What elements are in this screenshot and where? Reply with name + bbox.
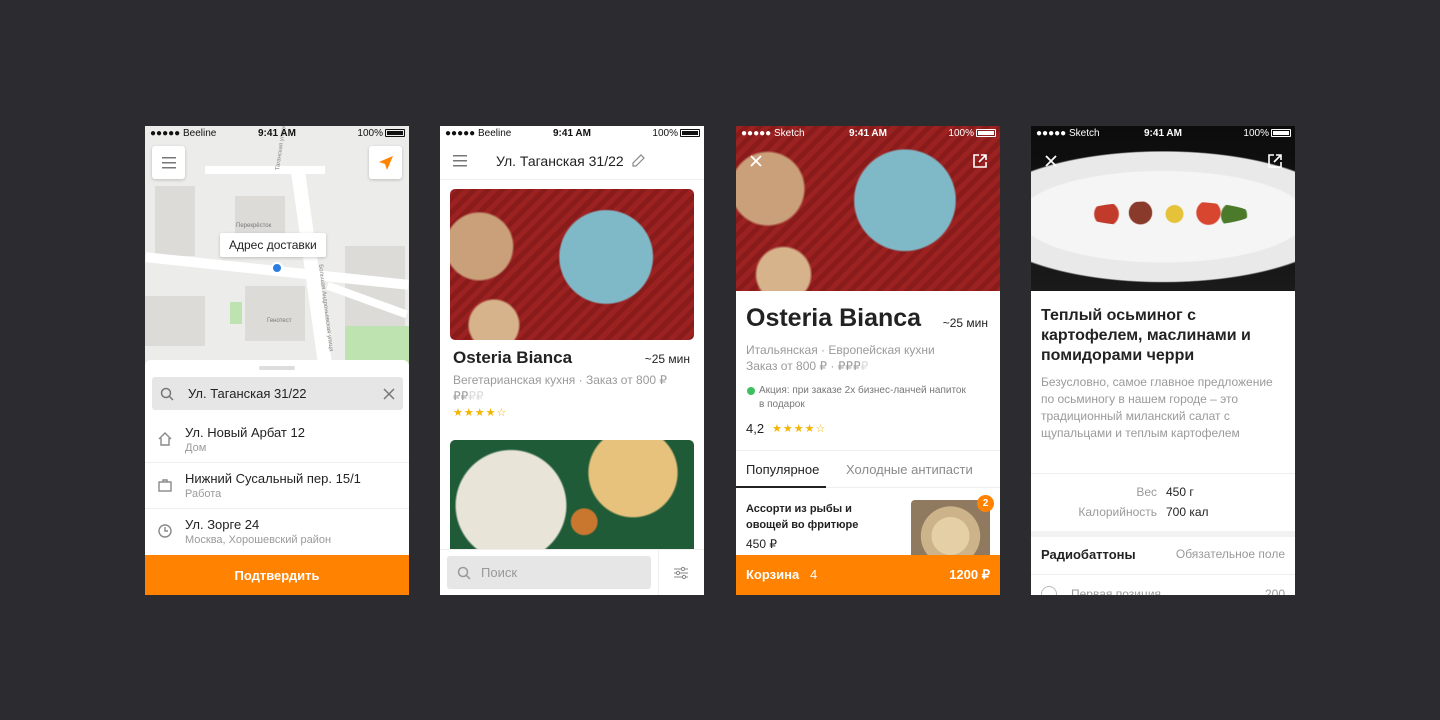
address-title: Нижний Сусальный пер. 15/1 <box>185 471 361 486</box>
battery: 100% <box>652 128 700 139</box>
cuisine: Итальянская · Европейская кухни <box>746 343 935 357</box>
status-bar: ●●●●● Beeline 9:41 AM 100% <box>145 126 409 142</box>
battery-icon <box>385 129 405 137</box>
delivery-time: ~25 мин <box>942 316 988 330</box>
filter-icon[interactable] <box>674 566 688 580</box>
status-bar: ●●●●● Sketch 9:41 AM 100% <box>1031 126 1295 142</box>
search-input[interactable]: Поиск <box>447 556 651 589</box>
restaurant-image[interactable] <box>450 189 694 340</box>
radio-icon[interactable] <box>1041 586 1057 595</box>
phone-restaurant-list: ●●●●● Beeline 9:41 AM 100% Ул. Таганская… <box>440 126 704 595</box>
rating-stars: ★★★★☆ <box>772 423 827 435</box>
dish-hero-image <box>1031 126 1295 291</box>
calories-value: 700 кал <box>1166 505 1209 519</box>
order-minimum: Заказ от 800 ₽ · ₽₽₽₽ <box>746 359 869 373</box>
tab-cold-antipasti[interactable]: Холодные антипасти <box>846 462 973 477</box>
battery: 100% <box>1243 128 1291 139</box>
sheet-handle[interactable] <box>259 366 295 370</box>
battery: 100% <box>948 128 996 139</box>
share-icon[interactable] <box>1268 154 1282 168</box>
restaurant-name[interactable]: Osteria Bianca <box>453 348 572 368</box>
menu-item-price: 450 ₽ <box>746 537 777 551</box>
address-item[interactable]: Ул. Зорге 24 Москва, Хорошевский район <box>145 509 409 555</box>
address-subtitle: Москва, Хорошевский район <box>185 534 332 546</box>
menu-item-name[interactable]: Ассорти из рыбы и овощей во фритюре <box>746 501 881 533</box>
briefcase-icon <box>158 479 172 492</box>
battery: 100% <box>357 128 405 139</box>
battery-icon <box>1271 129 1291 137</box>
weight-value: 450 г <box>1166 485 1194 499</box>
header: Ул. Таганская 31/22 <box>440 142 704 180</box>
calories-label: Калорийность <box>1078 505 1157 519</box>
edit-icon[interactable] <box>632 154 645 167</box>
home-icon <box>158 432 172 446</box>
battery-icon <box>976 129 996 137</box>
address-search-input[interactable]: Ул. Таганская 31/22 <box>152 377 403 410</box>
poi-label: Генотест <box>267 318 292 324</box>
tab-popular[interactable]: Популярное <box>746 462 819 477</box>
promo-text: Акция: при заказе 2х бизнес-ланчей напит… <box>759 385 966 410</box>
battery-icon <box>680 129 700 137</box>
status-bar: ●●●●● Beeline 9:41 AM 100% <box>440 126 704 142</box>
address-item[interactable]: Ул. Новый Арбат 12 Дом <box>145 417 409 463</box>
dish-title: Теплый осьминог с картофелем, маслинами … <box>1041 307 1251 364</box>
current-address[interactable]: Ул. Таганская 31/22 <box>496 153 624 169</box>
phone-dish-detail: ●●●●● Sketch 9:41 AM 100% Теплый осьмино… <box>1031 126 1295 595</box>
quantity-badge: 2 <box>977 495 994 512</box>
clock-icon <box>158 524 172 538</box>
weight-label: Вес <box>1136 485 1157 499</box>
bottom-search-bar: Поиск <box>440 549 704 595</box>
price-level: ₽₽₽₽ <box>453 389 484 403</box>
navigation-arrow-icon <box>378 155 393 170</box>
rating-stars: ★★★★☆ <box>453 407 508 419</box>
search-icon <box>160 387 174 401</box>
search-icon <box>457 566 471 580</box>
tab-indicator <box>736 486 826 488</box>
option-price: 200 <box>1264 587 1285 595</box>
promo: Акция: при заказе 2х бизнес-ланчей напит… <box>746 384 966 412</box>
category-tabs: Популярное Холодные антипасти <box>736 450 1000 488</box>
option-label: Первая позиция <box>1071 587 1162 595</box>
phone-address-screen: ●●●●● Beeline 9:41 AM 100% Перекрёсток Г… <box>145 126 409 595</box>
locate-button[interactable] <box>369 146 402 179</box>
section-hint: Обязательное поле <box>1175 547 1285 561</box>
search-placeholder: Поиск <box>481 565 518 580</box>
delivery-address-tooltip: Адрес доставки <box>220 233 326 257</box>
cart-label: Корзина <box>746 567 800 582</box>
menu-button[interactable] <box>152 146 185 179</box>
search-value: Ул. Таганская 31/22 <box>188 386 307 401</box>
restaurant-hero-image <box>736 126 1000 291</box>
section-title: Радиобаттоны <box>1041 547 1136 562</box>
hamburger-icon[interactable] <box>453 155 467 167</box>
promo-dot-icon <box>747 387 755 395</box>
restaurant-description: Вегетарианская кухня · Заказ от 800 ₽ <box>453 373 668 387</box>
hamburger-icon <box>161 156 176 168</box>
close-icon[interactable] <box>1045 155 1057 167</box>
address-title: Ул. Зорге 24 <box>185 517 260 532</box>
phone-restaurant-detail: ●●●●● Sketch 9:41 AM 100% Osteria Bianca… <box>736 126 1000 595</box>
poi-label: Перекрёсток <box>236 223 272 229</box>
address-title: Ул. Новый Арбат 12 <box>185 425 305 440</box>
status-bar: ●●●●● Sketch 9:41 AM 100% <box>736 126 1000 142</box>
address-subtitle: Дом <box>185 442 207 454</box>
address-subtitle: Работа <box>185 488 222 500</box>
cart-bar[interactable]: Корзина 4 1200 ₽ <box>736 555 1000 595</box>
delivery-time: ~25 мин <box>644 352 690 366</box>
confirm-button[interactable]: Подтвердить <box>145 555 409 595</box>
cart-total: 1200 ₽ <box>949 567 990 582</box>
close-icon[interactable] <box>750 155 762 167</box>
restaurant-image[interactable] <box>450 440 694 549</box>
share-icon[interactable] <box>973 154 987 168</box>
clear-icon[interactable] <box>383 387 395 400</box>
dish-description: Безусловно, самое главное предложение по… <box>1041 375 1273 440</box>
restaurant-name: Osteria Bianca <box>746 304 922 332</box>
location-pin-icon[interactable] <box>271 262 283 274</box>
rating-value: 4,2 <box>746 421 765 436</box>
address-item[interactable]: Нижний Сусальный пер. 15/1 Работа <box>145 463 409 509</box>
cart-count: 4 <box>810 567 818 582</box>
